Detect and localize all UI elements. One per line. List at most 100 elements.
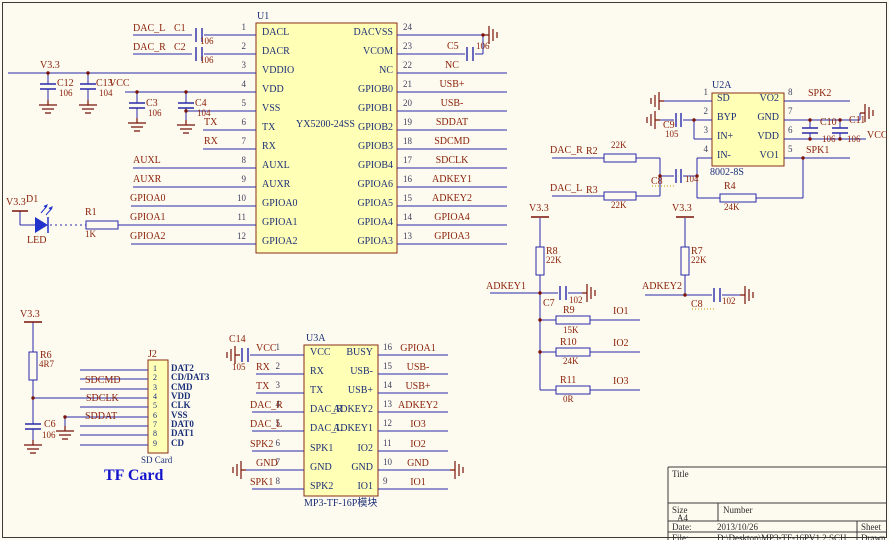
j2-pin-number: 3 — [149, 384, 161, 392]
u2-pin-number: 3 — [690, 126, 708, 135]
u2-pin-number: 2 — [690, 107, 708, 116]
power-label-v33: V3.3 — [529, 204, 549, 214]
d1-value: LED — [27, 236, 46, 246]
titleblock-drawn-label: Drawn — [861, 533, 886, 540]
net-label-dac-l: DAC_L — [550, 184, 582, 194]
net-label-sdcmd: SDCMD — [85, 376, 121, 386]
j2-pin-number: 2 — [149, 374, 161, 382]
power-label-v33: V3.3 — [672, 204, 692, 214]
net-label-auxl: AUXL — [133, 156, 161, 166]
resistor-r1 — [86, 221, 118, 229]
net-label: ADKEY2 — [397, 194, 507, 204]
j2-pin-number: 6 — [149, 412, 161, 420]
u1-ref: U1 — [257, 12, 269, 22]
power-label-v33: V3.3 — [6, 198, 26, 208]
net-label: RX — [256, 363, 270, 373]
u1-pin-number: 9 — [228, 175, 246, 184]
net-label-dac-l: DAC_L — [133, 24, 165, 34]
c6-value: 106 — [42, 431, 56, 440]
u1-pin-name: GPIOA1 — [262, 218, 298, 228]
j2-pin-number: 5 — [149, 402, 161, 410]
u1-pin-number: 4 — [228, 80, 246, 89]
resistor-r3 — [604, 192, 636, 200]
u2-pin-number: 4 — [690, 145, 708, 154]
r1-value: 1K — [85, 230, 96, 239]
u1-pin-number: 5 — [228, 99, 246, 108]
net-label: SDDAT — [397, 118, 507, 128]
net-label-sddat: SDDAT — [85, 412, 117, 422]
ground-icon — [177, 120, 195, 133]
u3-pin-name: BUSY — [315, 348, 373, 358]
r10-ref: R10 — [560, 338, 577, 348]
u3-pin-name: USB+ — [315, 386, 373, 396]
ground-icon — [79, 100, 97, 113]
u1-pin-name: VDD — [262, 85, 284, 95]
c12-value: 106 — [59, 89, 73, 98]
net-label: GND — [380, 459, 456, 469]
r6-value: 4R7 — [39, 360, 54, 369]
c14-value: 105 — [232, 363, 246, 372]
u1-pin-name: NC — [321, 66, 393, 76]
net-label: NC — [397, 61, 507, 71]
net-label: IO3 — [380, 420, 456, 430]
resistor-r2 — [604, 154, 636, 162]
u3-ref: U3A — [306, 334, 325, 344]
r1-ref: R1 — [85, 208, 97, 218]
c8a-value: 104 — [685, 175, 699, 184]
c11-value: 106 — [847, 135, 861, 144]
resistor-r4 — [720, 194, 756, 202]
resistor-r10 — [556, 348, 590, 356]
u2-pin-name: SD — [717, 94, 730, 104]
u2-pin-name: VDD — [731, 132, 779, 142]
net-label-auxr: AUXR — [133, 175, 161, 185]
net-label: VCC — [256, 344, 277, 354]
c7-ref: C7 — [543, 299, 555, 309]
net-label-io2: IO2 — [613, 339, 629, 349]
net-label: IO1 — [380, 478, 456, 488]
u1-pin-name: TX — [262, 123, 275, 133]
r10-value: 24K — [563, 357, 579, 366]
power-label-v33: V3.3 — [20, 310, 40, 320]
c14-ref: C14 — [229, 335, 246, 345]
net-label: USB- — [397, 99, 507, 109]
u1-pin-name: VDDIO — [262, 66, 294, 76]
u1-pin-number: 6 — [228, 118, 246, 127]
u3-pin-name: IO1 — [315, 482, 373, 492]
u1-pin-name: DACVSS — [321, 28, 393, 38]
j2-pin-name: CD/DAT3 — [171, 373, 209, 382]
u1-pin-name: GPIOA2 — [262, 237, 298, 247]
u1-pin-name: RX — [262, 142, 276, 152]
u2-pin-name: VO1 — [731, 151, 779, 161]
net-label-spk1: SPK1 — [806, 146, 829, 156]
r4-value: 24K — [724, 203, 740, 212]
ground-icon — [647, 111, 660, 129]
r4-ref: R4 — [724, 182, 736, 192]
net-label: SPK2 — [250, 440, 273, 450]
u1-pin-name: GPIOA6 — [321, 180, 393, 190]
net-label-gpioa2: GPIOA2 — [130, 232, 166, 242]
u1-pin-number: 1 — [228, 23, 246, 32]
u1-pin-number: 11 — [228, 213, 246, 222]
net-label: ADKEY1 — [397, 175, 507, 185]
c8b-value: 102 — [722, 297, 736, 306]
power-label-v33: V3.3 — [40, 61, 60, 71]
c1-value: 106 — [200, 37, 214, 46]
u1-pin-name: GPIOB1 — [321, 104, 393, 114]
ground-icon — [740, 286, 753, 304]
j2-caption: SD Card — [141, 456, 172, 465]
c10-ref: C10 — [820, 118, 837, 128]
ground-icon — [651, 92, 664, 110]
r7-value: 22K — [691, 256, 707, 265]
u1-pin-name: GPIOB0 — [321, 85, 393, 95]
net-label: GPIOA1 — [380, 344, 456, 354]
resistor-r8 — [536, 247, 544, 275]
u2-pin-number: 6 — [788, 126, 793, 135]
u2-pin-name: VO2 — [731, 94, 779, 104]
j2-pin-name: CLK — [171, 401, 191, 410]
c10-value: 106 — [822, 135, 836, 144]
net-label-dac-r: DAC_R — [550, 146, 583, 156]
u3-pin-name: ADKEY2 — [315, 405, 373, 415]
schematic-sheet: U1 YX5200-24SS 1 2 3 4 5 6 7 8 9 10 11 1… — [0, 0, 889, 540]
ground-icon — [56, 426, 74, 439]
j2-pin-number: 8 — [149, 430, 161, 438]
